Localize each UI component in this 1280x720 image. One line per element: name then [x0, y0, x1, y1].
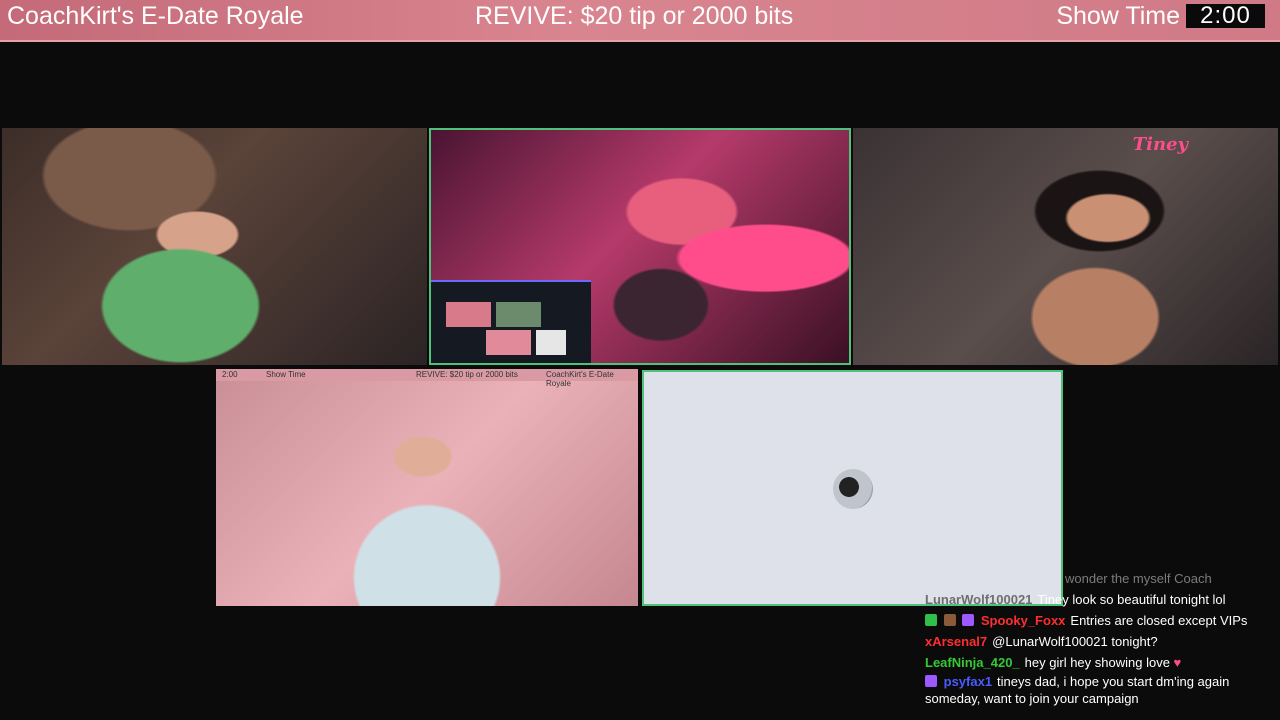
chat-message: LeafNinja_420_ hey girl hey showing love …	[925, 655, 1182, 670]
chat-message: psyfax1 tineys dad, i hope you start dm'i…	[925, 674, 1230, 706]
badge-icon	[925, 614, 937, 626]
badge-icon	[943, 614, 956, 626]
revive-info: REVIVE: $20 tip or 2000 bits	[475, 2, 794, 30]
stream-title: CoachKirt's E-Date Royale	[7, 2, 304, 30]
heart-emote-icon: ♥	[1173, 655, 1182, 670]
badge-icon	[962, 614, 975, 626]
screen-share-thumbnail	[431, 280, 591, 363]
chat-message: wonder the myself Coach	[1065, 571, 1212, 586]
video-tile-player: CoachKirt's E-Date Royale REVIVE: $20 ti…	[216, 369, 638, 606]
tiney-neon-sign: Tiney	[1132, 134, 1188, 155]
chat-message: LunarWolf100021 Tiney look so beautiful t…	[925, 592, 1226, 607]
video-tile-tiney: Tiney	[853, 128, 1278, 365]
gift-badge-icon	[925, 675, 937, 687]
chat-message: xArsenal7 @LunarWolf100021 tonight?	[925, 634, 1158, 649]
show-time-label: Show Time	[1056, 2, 1180, 30]
mirrored-overlay: CoachKirt's E-Date Royale REVIVE: $20 ti…	[216, 369, 638, 388]
loading-avatar-icon	[833, 469, 873, 509]
chat-message: Spooky_Foxx Entries are closed except VIP…	[925, 610, 1277, 631]
video-tile-mistressapril	[429, 128, 851, 365]
chat-overlay: wonder the myself Coach LunarWolf100021 T…	[925, 568, 1277, 707]
video-tile-coachkirt	[2, 128, 427, 365]
countdown-timer: 2:00	[1186, 4, 1265, 28]
stream-title-bar: CoachKirt's E-Date Royale REVIVE: $20 ti…	[0, 0, 1280, 42]
